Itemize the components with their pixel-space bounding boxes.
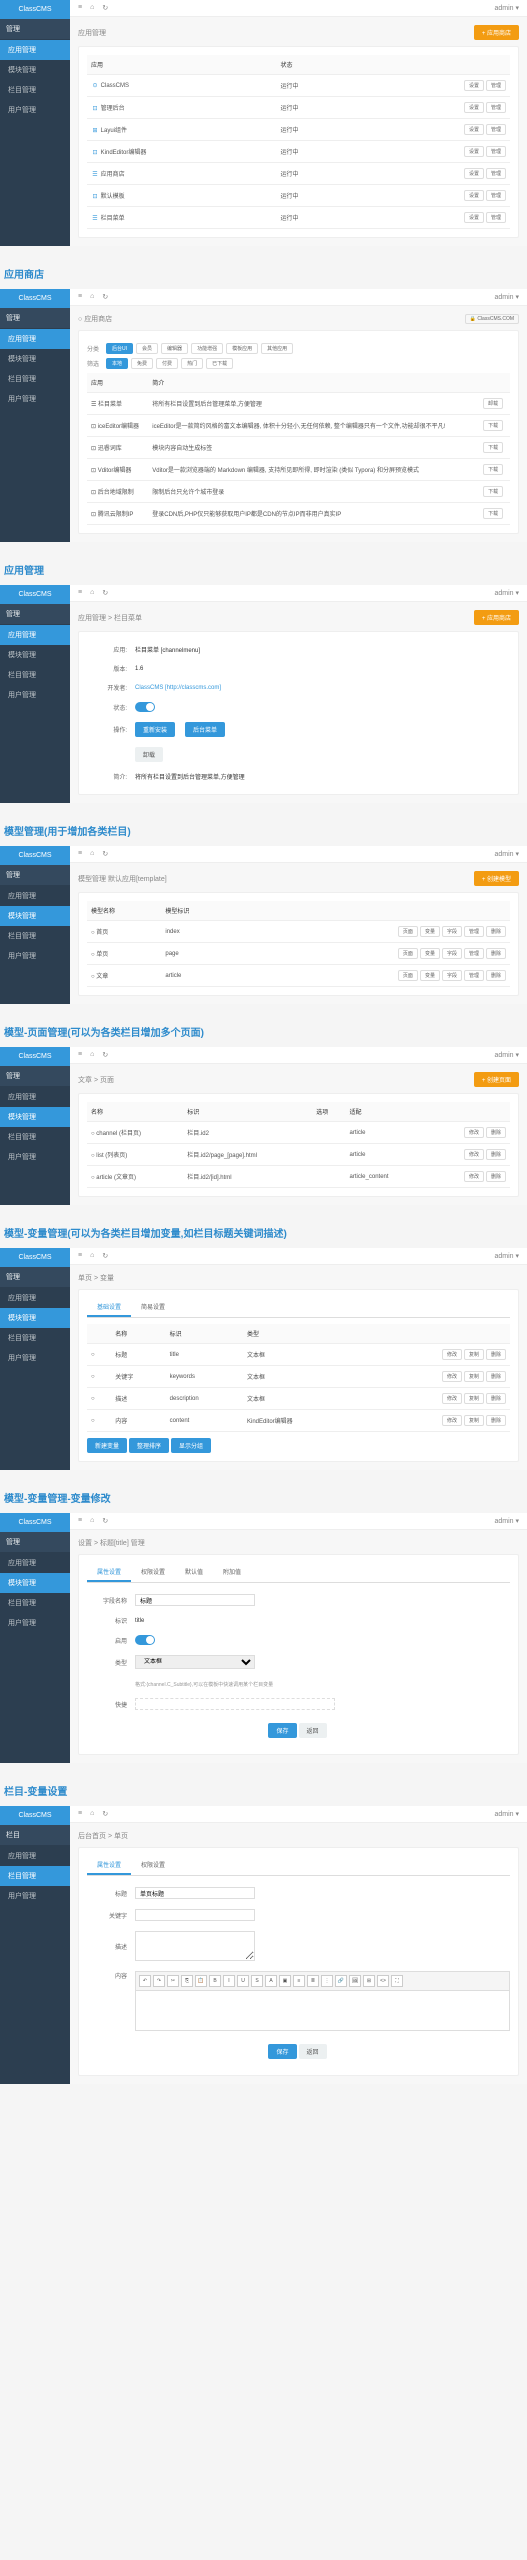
group-button[interactable]: 显示分组 bbox=[171, 1438, 211, 1453]
sidebar-item-app[interactable]: 应用管理 bbox=[0, 329, 70, 349]
topbar: ≡ ⌂ ↻ admin ▾ bbox=[70, 0, 527, 17]
title-input[interactable] bbox=[135, 1887, 255, 1899]
redo-icon[interactable]: ↷ bbox=[153, 1975, 165, 1987]
editor-toolbar: ↶↷✂⎘📋BIUSA▣≡≣⋮🔗🖼⊞<>⛶ bbox=[135, 1971, 510, 1991]
list-icon[interactable]: ⋮ bbox=[321, 1975, 333, 1987]
sidebar-item-module[interactable]: 模块管理 bbox=[0, 906, 70, 926]
brand: ClassCMS bbox=[0, 0, 70, 19]
breadcrumb: 后台首页 > 单页 bbox=[78, 1831, 519, 1841]
link-icon[interactable]: 🔗 bbox=[335, 1975, 347, 1987]
new-var-button[interactable]: 新建变量 bbox=[87, 1438, 127, 1453]
app-icon: ⊙ bbox=[91, 82, 99, 89]
breadcrumb: 应用管理 bbox=[78, 28, 106, 38]
underline-icon[interactable]: U bbox=[237, 1975, 249, 1987]
color-icon[interactable]: A bbox=[265, 1975, 277, 1987]
desc-textarea[interactable] bbox=[135, 1931, 255, 1961]
save-button[interactable]: 保存 bbox=[268, 1723, 296, 1738]
table-row: ⊙ ClassCMS运行中设置管理 bbox=[87, 75, 510, 97]
editor-content[interactable] bbox=[135, 1991, 510, 2031]
align-left-icon[interactable]: ≡ bbox=[293, 1975, 305, 1987]
breadcrumb: ○ 应用商店 bbox=[78, 314, 112, 324]
keywords-input[interactable] bbox=[135, 1909, 255, 1921]
sidebar-item-column[interactable]: 栏目管理 bbox=[0, 1866, 70, 1886]
refresh-icon[interactable]: ↻ bbox=[102, 4, 108, 12]
tab-default[interactable]: 默认值 bbox=[175, 1563, 213, 1582]
download-button[interactable]: 下载 bbox=[483, 420, 503, 431]
backend-menu-button[interactable]: 后台菜单 bbox=[185, 722, 225, 737]
enable-toggle[interactable] bbox=[135, 1635, 155, 1645]
italic-icon[interactable]: I bbox=[223, 1975, 235, 1987]
bold-icon[interactable]: B bbox=[209, 1975, 221, 1987]
align-center-icon[interactable]: ≣ bbox=[307, 1975, 319, 1987]
copy-icon[interactable]: ⎘ bbox=[181, 1975, 193, 1987]
back-button[interactable]: 返回 bbox=[299, 2044, 327, 2059]
cut-icon[interactable]: ✂ bbox=[167, 1975, 179, 1987]
save-button[interactable]: 保存 bbox=[268, 2044, 296, 2059]
store-button[interactable]: + 应用商店 bbox=[474, 610, 519, 625]
table-row: ☰ 应用商店运行中设置管理 bbox=[87, 163, 510, 185]
tab-extra[interactable]: 附加值 bbox=[213, 1563, 251, 1582]
sort-button[interactable]: 整理排序 bbox=[129, 1438, 169, 1453]
manage-button[interactable]: 管理 bbox=[486, 80, 506, 91]
filter-tag[interactable]: 后台UI bbox=[106, 343, 133, 354]
tab-simple[interactable]: 简易设置 bbox=[131, 1298, 175, 1317]
sidebar-item-app[interactable]: 应用管理 bbox=[0, 40, 70, 60]
table-row: ⊞ Layui组件运行中设置管理 bbox=[87, 119, 510, 141]
breadcrumb: 文章 > 页面 bbox=[78, 1075, 114, 1085]
table-row: ⊡ 管理后台运行中设置管理 bbox=[87, 97, 510, 119]
external-link[interactable]: 🔒 ClassCMS.COM bbox=[465, 314, 519, 324]
strike-icon[interactable]: S bbox=[251, 1975, 263, 1987]
table-icon[interactable]: ⊞ bbox=[363, 1975, 375, 1987]
undo-icon[interactable]: ↶ bbox=[139, 1975, 151, 1987]
section-title: 应用商店 bbox=[0, 258, 527, 289]
home-icon[interactable]: ⌂ bbox=[90, 4, 94, 12]
add-app-button[interactable]: + 应用商店 bbox=[474, 25, 519, 40]
app-table: 应用状态 ⊙ ClassCMS运行中设置管理 ⊡ 管理后台运行中设置管理 ⊞ L… bbox=[87, 55, 510, 229]
breadcrumb: 模型管理 默认应用[template] bbox=[78, 874, 167, 884]
user-menu[interactable]: admin ▾ bbox=[494, 4, 519, 12]
tab-perm[interactable]: 权限设置 bbox=[131, 1856, 175, 1875]
image-icon[interactable]: 🖼 bbox=[349, 1975, 361, 1987]
sidebar-item-column[interactable]: 栏目管理 bbox=[0, 80, 70, 100]
sidebar-section: 管理 bbox=[0, 19, 70, 40]
sidebar-item-user[interactable]: 用户管理 bbox=[0, 100, 70, 120]
create-page-button[interactable]: + 创建页面 bbox=[474, 1072, 519, 1087]
fullscreen-icon[interactable]: ⛶ bbox=[391, 1975, 403, 1987]
tab-attr[interactable]: 属性设置 bbox=[87, 1563, 131, 1582]
dev-link[interactable]: ClassCMS [http://classcms.com] bbox=[135, 685, 221, 691]
quick-input[interactable] bbox=[135, 1698, 335, 1710]
status-toggle[interactable] bbox=[135, 702, 155, 712]
sidebar-item-module[interactable]: 模块管理 bbox=[0, 60, 70, 80]
bg-icon[interactable]: ▣ bbox=[279, 1975, 291, 1987]
field-name-input[interactable] bbox=[135, 1594, 255, 1606]
reinstall-button[interactable]: 重新安装 bbox=[135, 722, 175, 737]
breadcrumb: 设置 > 标题[title] 管理 bbox=[78, 1538, 519, 1548]
paste-icon[interactable]: 📋 bbox=[195, 1975, 207, 1987]
table-row: ⊡ 默认模板运行中设置管理 bbox=[87, 185, 510, 207]
uninstall-button[interactable]: 卸载 bbox=[135, 747, 163, 762]
settings-button[interactable]: 设置 bbox=[464, 80, 484, 91]
table-row: ☰ 栏目菜单运行中设置管理 bbox=[87, 207, 510, 229]
tab-attr[interactable]: 属性设置 bbox=[87, 1856, 131, 1875]
type-select[interactable]: 文本框 bbox=[135, 1655, 255, 1669]
tab-basic[interactable]: 基础设置 bbox=[87, 1298, 131, 1317]
uninstall-button[interactable]: 卸载 bbox=[483, 398, 503, 409]
create-model-button[interactable]: + 创建模型 bbox=[474, 871, 519, 886]
breadcrumb: 应用管理 > 栏目菜单 bbox=[78, 613, 142, 623]
tab-perm[interactable]: 权限设置 bbox=[131, 1563, 175, 1582]
breadcrumb: 单页 > 变量 bbox=[78, 1273, 519, 1283]
menu-icon[interactable]: ≡ bbox=[78, 4, 82, 12]
code-icon[interactable]: <> bbox=[377, 1975, 389, 1987]
back-button[interactable]: 返回 bbox=[299, 1723, 327, 1738]
table-row: ⊡ KindEditor编辑器运行中设置管理 bbox=[87, 141, 510, 163]
